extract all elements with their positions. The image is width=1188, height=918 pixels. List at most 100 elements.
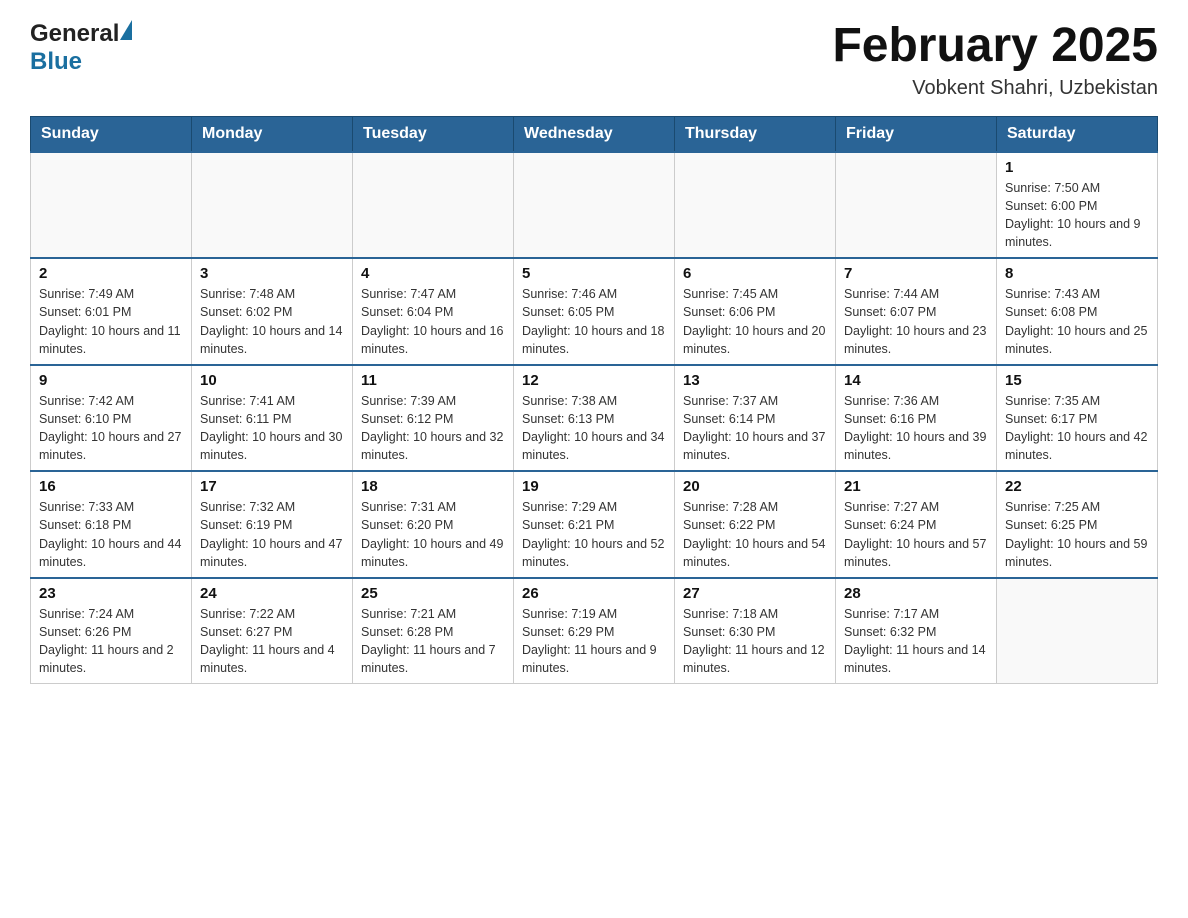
day-info: Sunrise: 7:17 AMSunset: 6:32 PMDaylight:… <box>844 605 988 678</box>
day-number: 17 <box>200 478 344 495</box>
day-info: Sunrise: 7:48 AMSunset: 6:02 PMDaylight:… <box>200 285 344 358</box>
calendar-cell: 26 Sunrise: 7:19 AMSunset: 6:29 PMDayligh… <box>514 578 675 684</box>
calendar-cell: 16 Sunrise: 7:33 AMSunset: 6:18 PMDayligh… <box>31 471 192 578</box>
calendar-week-row: 1 Sunrise: 7:50 AMSunset: 6:00 PMDaylight… <box>31 152 1158 259</box>
calendar-table: Sunday Monday Tuesday Wednesday Thursday… <box>30 116 1158 685</box>
day-info: Sunrise: 7:31 AMSunset: 6:20 PMDaylight:… <box>361 498 505 571</box>
day-number: 13 <box>683 372 827 389</box>
header-sunday: Sunday <box>31 116 192 152</box>
calendar-cell: 18 Sunrise: 7:31 AMSunset: 6:20 PMDayligh… <box>353 471 514 578</box>
calendar-header: Sunday Monday Tuesday Wednesday Thursday… <box>31 116 1158 152</box>
day-number: 4 <box>361 265 505 282</box>
day-number: 5 <box>522 265 666 282</box>
day-number: 19 <box>522 478 666 495</box>
calendar-cell: 13 Sunrise: 7:37 AMSunset: 6:14 PMDayligh… <box>675 365 836 472</box>
day-number: 2 <box>39 265 183 282</box>
calendar-cell: 12 Sunrise: 7:38 AMSunset: 6:13 PMDayligh… <box>514 365 675 472</box>
logo-blue-text: Blue <box>30 48 82 75</box>
calendar-cell: 15Sunrise: 7:35 AMSunset: 6:17 PMDayligh… <box>997 365 1158 472</box>
calendar-cell: 27 Sunrise: 7:18 AMSunset: 6:30 PMDayligh… <box>675 578 836 684</box>
day-info: Sunrise: 7:46 AMSunset: 6:05 PMDaylight:… <box>522 285 666 358</box>
day-info: Sunrise: 7:45 AMSunset: 6:06 PMDaylight:… <box>683 285 827 358</box>
calendar-week-row: 23Sunrise: 7:24 AMSunset: 6:26 PMDayligh… <box>31 578 1158 684</box>
day-info: Sunrise: 7:21 AMSunset: 6:28 PMDaylight:… <box>361 605 505 678</box>
day-number: 23 <box>39 585 183 602</box>
day-number: 6 <box>683 265 827 282</box>
day-number: 1 <box>1005 159 1149 176</box>
calendar-cell <box>31 152 192 259</box>
calendar-cell <box>997 578 1158 684</box>
day-info: Sunrise: 7:27 AMSunset: 6:24 PMDaylight:… <box>844 498 988 571</box>
header-saturday: Saturday <box>997 116 1158 152</box>
day-info: Sunrise: 7:50 AMSunset: 6:00 PMDaylight:… <box>1005 179 1149 252</box>
day-number: 14 <box>844 372 988 389</box>
day-info: Sunrise: 7:32 AMSunset: 6:19 PMDaylight:… <box>200 498 344 571</box>
day-number: 25 <box>361 585 505 602</box>
day-info: Sunrise: 7:33 AMSunset: 6:18 PMDaylight:… <box>39 498 183 571</box>
day-number: 11 <box>361 372 505 389</box>
day-info: Sunrise: 7:19 AMSunset: 6:29 PMDaylight:… <box>522 605 666 678</box>
title-block: February 2025 Vobkent Shahri, Uzbekistan <box>832 20 1158 100</box>
day-number: 15 <box>1005 372 1149 389</box>
calendar-body: 1 Sunrise: 7:50 AMSunset: 6:00 PMDaylight… <box>31 152 1158 684</box>
day-info: Sunrise: 7:47 AMSunset: 6:04 PMDaylight:… <box>361 285 505 358</box>
day-number: 7 <box>844 265 988 282</box>
calendar-cell: 28 Sunrise: 7:17 AMSunset: 6:32 PMDayligh… <box>836 578 997 684</box>
logo: General Blue <box>30 20 133 76</box>
calendar-week-row: 16 Sunrise: 7:33 AMSunset: 6:18 PMDayligh… <box>31 471 1158 578</box>
day-info: Sunrise: 7:22 AMSunset: 6:27 PMDaylight:… <box>200 605 344 678</box>
calendar-cell: 4 Sunrise: 7:47 AMSunset: 6:04 PMDaylight… <box>353 258 514 365</box>
calendar-cell: 1 Sunrise: 7:50 AMSunset: 6:00 PMDaylight… <box>997 152 1158 259</box>
header-wednesday: Wednesday <box>514 116 675 152</box>
day-number: 9 <box>39 372 183 389</box>
calendar-week-row: 9Sunrise: 7:42 AMSunset: 6:10 PMDaylight… <box>31 365 1158 472</box>
day-number: 18 <box>361 478 505 495</box>
header-tuesday: Tuesday <box>353 116 514 152</box>
calendar-cell <box>836 152 997 259</box>
day-info: Sunrise: 7:28 AMSunset: 6:22 PMDaylight:… <box>683 498 827 571</box>
day-info: Sunrise: 7:36 AMSunset: 6:16 PMDaylight:… <box>844 392 988 465</box>
day-number: 27 <box>683 585 827 602</box>
day-number: 22 <box>1005 478 1149 495</box>
day-number: 16 <box>39 478 183 495</box>
calendar-cell: 10 Sunrise: 7:41 AMSunset: 6:11 PMDayligh… <box>192 365 353 472</box>
location-subtitle: Vobkent Shahri, Uzbekistan <box>832 77 1158 100</box>
day-info: Sunrise: 7:43 AMSunset: 6:08 PMDaylight:… <box>1005 285 1149 358</box>
day-number: 20 <box>683 478 827 495</box>
calendar-cell: 17 Sunrise: 7:32 AMSunset: 6:19 PMDayligh… <box>192 471 353 578</box>
day-info: Sunrise: 7:39 AMSunset: 6:12 PMDaylight:… <box>361 392 505 465</box>
header-thursday: Thursday <box>675 116 836 152</box>
calendar-cell: 20 Sunrise: 7:28 AMSunset: 6:22 PMDayligh… <box>675 471 836 578</box>
logo-triangle-icon <box>120 20 132 40</box>
calendar-cell: 7Sunrise: 7:44 AMSunset: 6:07 PMDaylight… <box>836 258 997 365</box>
day-info: Sunrise: 7:49 AMSunset: 6:01 PMDaylight:… <box>39 285 183 358</box>
calendar-cell: 24 Sunrise: 7:22 AMSunset: 6:27 PMDayligh… <box>192 578 353 684</box>
calendar-cell <box>353 152 514 259</box>
page-header: General Blue February 2025 Vobkent Shahr… <box>30 20 1158 100</box>
day-number: 12 <box>522 372 666 389</box>
day-number: 26 <box>522 585 666 602</box>
calendar-cell: 3 Sunrise: 7:48 AMSunset: 6:02 PMDaylight… <box>192 258 353 365</box>
header-monday: Monday <box>192 116 353 152</box>
day-info: Sunrise: 7:38 AMSunset: 6:13 PMDaylight:… <box>522 392 666 465</box>
calendar-cell: 23Sunrise: 7:24 AMSunset: 6:26 PMDayligh… <box>31 578 192 684</box>
calendar-cell: 2 Sunrise: 7:49 AMSunset: 6:01 PMDaylight… <box>31 258 192 365</box>
calendar-cell: 11 Sunrise: 7:39 AMSunset: 6:12 PMDayligh… <box>353 365 514 472</box>
calendar-week-row: 2 Sunrise: 7:49 AMSunset: 6:01 PMDaylight… <box>31 258 1158 365</box>
calendar-cell: 6 Sunrise: 7:45 AMSunset: 6:06 PMDaylight… <box>675 258 836 365</box>
calendar-cell: 5 Sunrise: 7:46 AMSunset: 6:05 PMDaylight… <box>514 258 675 365</box>
day-number: 28 <box>844 585 988 602</box>
day-number: 21 <box>844 478 988 495</box>
day-number: 3 <box>200 265 344 282</box>
calendar-cell <box>192 152 353 259</box>
header-friday: Friday <box>836 116 997 152</box>
day-info: Sunrise: 7:37 AMSunset: 6:14 PMDaylight:… <box>683 392 827 465</box>
logo-general-text: General <box>30 20 119 48</box>
month-title: February 2025 <box>832 20 1158 73</box>
day-info: Sunrise: 7:18 AMSunset: 6:30 PMDaylight:… <box>683 605 827 678</box>
calendar-cell: 22Sunrise: 7:25 AMSunset: 6:25 PMDayligh… <box>997 471 1158 578</box>
day-number: 24 <box>200 585 344 602</box>
day-info: Sunrise: 7:41 AMSunset: 6:11 PMDaylight:… <box>200 392 344 465</box>
calendar-cell: 14 Sunrise: 7:36 AMSunset: 6:16 PMDayligh… <box>836 365 997 472</box>
day-number: 10 <box>200 372 344 389</box>
